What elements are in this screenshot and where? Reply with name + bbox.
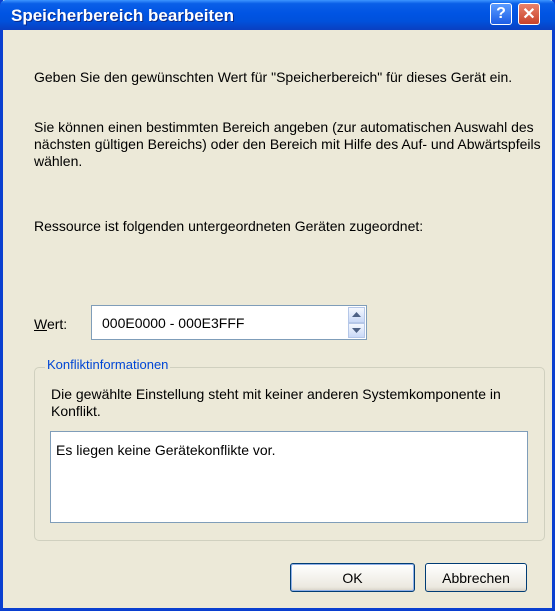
arrow-up-icon: [352, 312, 361, 318]
value-label: Wert:: [34, 316, 67, 332]
value-input-text: 000E0000 - 000E3FFF: [102, 315, 245, 331]
help-button[interactable]: ?: [490, 3, 512, 25]
close-icon: ✕: [522, 6, 536, 23]
ok-button[interactable]: OK: [290, 563, 415, 592]
help-icon: ?: [496, 5, 506, 22]
spin-down-button[interactable]: [348, 322, 365, 338]
spin-up-button[interactable]: [348, 307, 365, 323]
description-text-3: Ressource ist folgenden untergeordneten …: [34, 218, 424, 234]
close-button[interactable]: ✕: [518, 3, 540, 25]
arrow-down-icon: [352, 327, 361, 333]
cancel-button[interactable]: Abbrechen: [425, 563, 527, 592]
conflict-description: Die gewählte Einstellung steht mit keine…: [51, 386, 501, 419]
conflict-groupbox-legend: Konfliktinformationen: [45, 357, 171, 372]
description-text-1: Geben Sie den gewünschten Wert für "Spei…: [34, 69, 513, 85]
window-title: Speicherbereich bearbeiten: [11, 6, 234, 25]
value-label-accesskey: W: [34, 316, 47, 332]
description-text-2: Sie können einen bestimmten Bereich ange…: [34, 119, 541, 169]
value-input[interactable]: 000E0000 - 000E3FFF: [91, 305, 367, 340]
title-bar[interactable]: Speicherbereich bearbeiten ? ✕: [0, 0, 555, 30]
value-spinner: [348, 307, 365, 338]
value-label-rest: ert:: [46, 316, 68, 332]
conflict-list[interactable]: Es liegen keine Gerätekonflikte vor.: [50, 431, 528, 523]
conflict-list-text: Es liegen keine Gerätekonflikte vor.: [56, 442, 276, 458]
